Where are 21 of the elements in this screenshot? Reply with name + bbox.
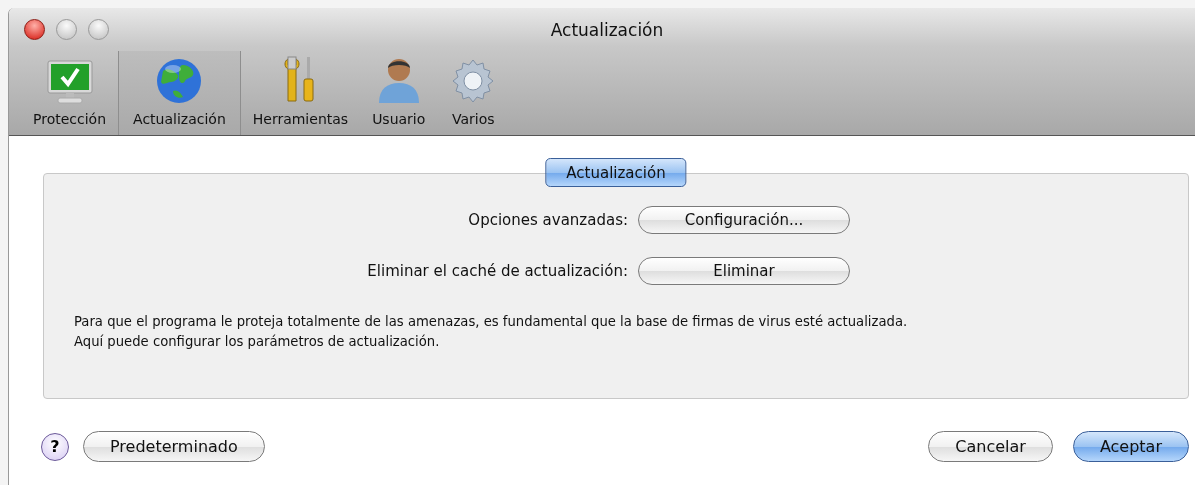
toolbar-tab[interactable]: Usuario (360, 51, 438, 135)
toolbar-tab[interactable]: Varios (437, 51, 510, 135)
option-button[interactable]: Eliminar (638, 257, 850, 285)
zoom-button[interactable] (88, 19, 109, 40)
dialog-button[interactable]: Cancelar (928, 431, 1053, 462)
help-button[interactable]: ? (41, 432, 69, 461)
window-title: Actualización (550, 19, 664, 40)
toolbar-tab[interactable]: Protección (21, 51, 119, 135)
description-text: Para que el programa le proteja totalmente de las amenazas, es fundamental que la base de firmas de virus esté actualizada. Aquí puede configurar los parámetros de actualización. (74, 313, 909, 351)
option-label: Eliminar el caché de actualización: (366, 262, 628, 280)
option-label: Opciones avanzadas: (467, 211, 628, 229)
close-button[interactable] (24, 19, 45, 40)
monitor-check-icon (45, 59, 94, 105)
option-button[interactable]: Configuración... (638, 206, 850, 234)
globe-icon (155, 57, 204, 105)
dialog-button[interactable]: Aceptar (1072, 431, 1189, 462)
minimize-button[interactable] (56, 19, 77, 40)
dialog-button[interactable]: Predeterminado (83, 431, 265, 462)
toolbar-tab[interactable]: Actualización (118, 51, 241, 135)
group-title: Actualización (545, 158, 687, 187)
toolbar-tab[interactable]: Herramientas (240, 51, 361, 135)
